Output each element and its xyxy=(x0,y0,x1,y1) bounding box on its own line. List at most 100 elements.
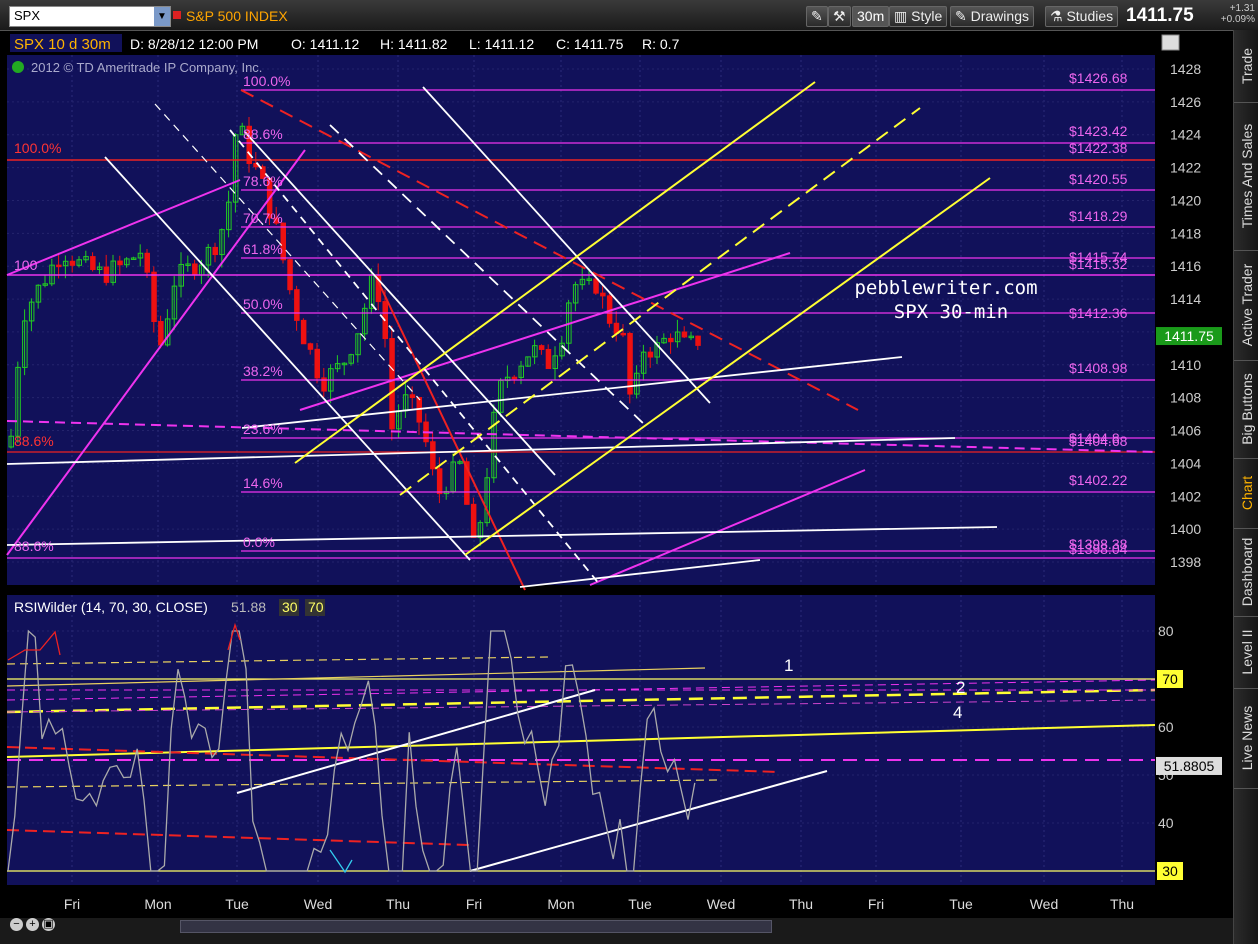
rsi-tick-label: 40 xyxy=(1158,815,1174,831)
candle-body xyxy=(389,338,395,430)
price-tick-label: 1416 xyxy=(1170,258,1201,274)
toolbar: SPX ▼ S&P 500 INDEX ✎ ⚒ 30m ▥ Style ✎ Dra… xyxy=(0,0,1258,31)
chevron-down-icon[interactable]: ▼ xyxy=(154,7,170,26)
candle-body xyxy=(212,246,218,256)
header-symbol-period: SPX 10 d 30m xyxy=(14,36,111,53)
candle-body xyxy=(144,252,150,273)
price-tick-label: 1406 xyxy=(1170,423,1201,439)
candle-body xyxy=(436,468,443,495)
candle-body xyxy=(600,292,606,297)
candle-body xyxy=(668,337,674,343)
sidebar-tab-big-buttons[interactable]: Big Buttons xyxy=(1234,360,1258,459)
candle-body xyxy=(538,345,545,350)
sidebar-tab-label: Active Trader xyxy=(1238,263,1255,347)
time-label: Thu xyxy=(386,896,410,912)
zoom-out-icon[interactable]: − xyxy=(10,918,23,931)
price-tick-label: 1404 xyxy=(1170,455,1201,471)
sidebar-tab-chart[interactable]: Chart xyxy=(1234,458,1258,529)
candle-body xyxy=(593,278,599,294)
studies-button[interactable]: ⚗ Studies xyxy=(1045,6,1119,27)
chart-canvas[interactable]: Fri Mon Tue Wed Thu Fri Mon Tue Wed Thu Fri Tue Wed T… xyxy=(0,0,1258,944)
sidebar-tab-trade[interactable]: Trade xyxy=(1234,30,1258,103)
rsi-os-value: 70 xyxy=(308,599,324,615)
price-tick-label: 1402 xyxy=(1170,488,1201,504)
sidebar-tab-label: Level II xyxy=(1238,629,1255,675)
zoom-in-icon[interactable]: + xyxy=(26,918,39,931)
header-range: R: 0.7 xyxy=(642,36,680,52)
time-label: Mon xyxy=(144,896,171,912)
zoom-fit-icon[interactable]: ▣ xyxy=(42,918,55,931)
copyright-text: 2012 © TD Ameritrade IP Company, Inc. xyxy=(31,60,262,75)
price-tick-label: 1408 xyxy=(1170,390,1201,406)
sidebar-tab-active-trader[interactable]: Active Trader xyxy=(1234,250,1258,361)
candle-body xyxy=(511,376,518,380)
crosshair-icon[interactable]: ✎ xyxy=(806,6,828,27)
horizontal-scrollbar[interactable] xyxy=(180,920,772,933)
candle-body xyxy=(430,441,436,470)
price-tick-label: 1410 xyxy=(1170,357,1201,373)
watermark-title: SPX 30-min xyxy=(894,301,1008,323)
rsi-note: 2 xyxy=(956,678,965,697)
sidebar-tab-dashboard[interactable]: Dashboard xyxy=(1234,528,1258,617)
red-fib-label: 100.0% xyxy=(14,140,61,156)
time-label: Tue xyxy=(628,896,652,912)
timeframe-button[interactable]: 30m xyxy=(852,6,890,27)
candle-body xyxy=(300,319,307,345)
time-label: Thu xyxy=(789,896,813,912)
wrench-icon[interactable]: ⚒ xyxy=(828,6,851,27)
header-low: L: 1411.12 xyxy=(469,36,534,52)
fib-label: 0.0% xyxy=(243,534,275,550)
candle-body xyxy=(56,264,62,268)
rsi-tick-label: 60 xyxy=(1158,719,1174,735)
sidebar-tab-live-news[interactable]: Live News xyxy=(1234,688,1258,789)
price-level-label: $1408.98 xyxy=(1069,360,1128,376)
sidebar-tab-label: Big Buttons xyxy=(1238,373,1255,445)
info-icon xyxy=(12,61,24,73)
candle-body xyxy=(545,348,552,370)
time-label: Wed xyxy=(707,896,736,912)
header-high: H: 1411.82 xyxy=(380,36,448,52)
candle-body xyxy=(681,331,688,338)
last-price: 1411.75 xyxy=(1126,5,1194,26)
drawings-label: Drawings xyxy=(970,8,1029,24)
change-percent: +0.09% xyxy=(1220,14,1255,25)
style-button[interactable]: ▥ Style xyxy=(889,6,948,27)
time-label: Wed xyxy=(304,896,333,912)
sidebar-tab-level-ii[interactable]: Level II xyxy=(1234,616,1258,689)
time-label: Tue xyxy=(225,896,249,912)
time-label: Mon xyxy=(547,896,574,912)
fib-label: 23.6% xyxy=(243,421,283,437)
sidebar-tab-times-and-sales[interactable]: Times And Sales xyxy=(1234,102,1258,251)
price-level-label: $1404.68 xyxy=(1069,433,1128,449)
sidebar-tab-label: Live News xyxy=(1238,705,1255,771)
rsi-note: 4 xyxy=(953,703,962,722)
price-level-label: $1423.42 xyxy=(1069,123,1128,139)
fib-label: 14.6% xyxy=(243,475,283,491)
price-tick-label: 1398 xyxy=(1170,554,1201,570)
watermark-site: pebblewriter.com xyxy=(854,277,1037,299)
symbol-value[interactable]: SPX xyxy=(14,8,40,23)
time-axis[interactable] xyxy=(7,885,1155,918)
fib-label: 100.0% xyxy=(243,73,290,89)
maximize-icon xyxy=(1161,34,1180,51)
candle-body xyxy=(307,343,314,350)
drawings-button[interactable]: ✎ Drawings xyxy=(950,6,1034,27)
rsi-30-label: 30 xyxy=(1162,863,1178,879)
price-level-label: $1398.04 xyxy=(1069,541,1128,557)
price-tick-label: 1426 xyxy=(1170,94,1201,110)
symbol-description: S&P 500 INDEX xyxy=(186,8,288,24)
candle-body xyxy=(627,332,633,395)
candle-body xyxy=(695,335,701,346)
candle-body xyxy=(69,260,76,266)
price-level-label: $1426.68 xyxy=(1069,70,1128,86)
header-open: O: 1411.12 xyxy=(291,36,359,52)
left-fib-label: 88.6% xyxy=(14,538,54,554)
flag-icon xyxy=(173,11,181,19)
header-date: D: 8/28/12 12:00 PM xyxy=(130,36,258,52)
price-tick-label: 1420 xyxy=(1170,192,1201,208)
candle-body xyxy=(117,260,123,266)
fib-label: 50.0% xyxy=(243,296,283,312)
rsi-ob-value: 30 xyxy=(282,599,298,615)
price-level-label: $1415.32 xyxy=(1069,256,1128,272)
symbol-input[interactable]: SPX ▼ xyxy=(9,6,171,27)
